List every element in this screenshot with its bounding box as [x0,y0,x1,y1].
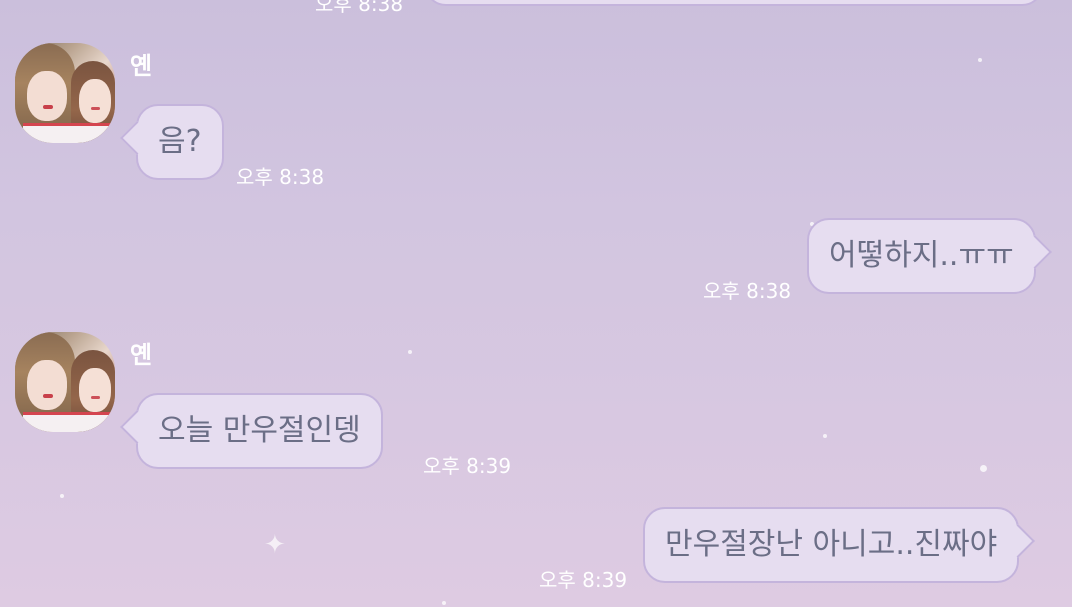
message-timestamp: 오후 8:39 [423,454,512,478]
message-bubble-received[interactable]: 오늘 만우절인뎅 [136,393,383,469]
background-sparkle [60,494,64,498]
message-timestamp: 오후 8:38 [236,165,325,189]
message-text: 만우절장난 아니고..진짜야 [665,527,998,562]
background-sparkle [978,58,982,62]
message-timestamp: 오후 8:38 [315,0,404,16]
sender-name: 옌 [130,52,154,80]
background-star-icon: ✦ [264,530,286,560]
message-text: 어떻하지..ㅠㅠ [829,238,1014,273]
message-text: 음? [158,124,202,159]
message-timestamp: 오후 8:38 [703,279,792,303]
background-sparkle [408,350,412,354]
message-text: 오늘 만우절인뎅 [158,413,361,448]
sender-avatar[interactable] [15,332,115,432]
message-bubble-partial[interactable] [424,0,1044,6]
background-sparkle [980,465,987,472]
sender-name: 옌 [130,341,154,369]
background-sparkle [823,434,827,438]
sender-avatar[interactable] [15,43,115,143]
message-timestamp: 오후 8:39 [539,568,628,592]
message-bubble-received[interactable]: 음? [136,104,224,180]
background-sparkle [442,601,446,605]
message-bubble-sent[interactable]: 어떻하지..ㅠㅠ [807,218,1036,294]
message-bubble-sent[interactable]: 만우절장난 아니고..진짜야 [643,507,1020,583]
